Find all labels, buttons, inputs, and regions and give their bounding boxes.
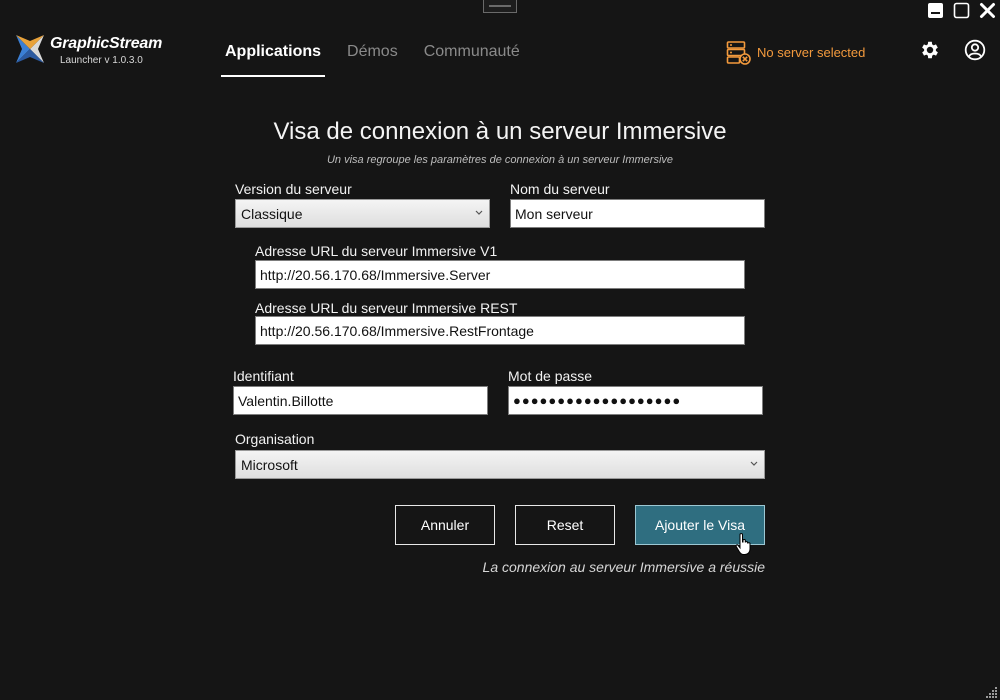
server-version-value: Classique bbox=[241, 205, 303, 222]
resize-grip-icon[interactable] bbox=[986, 686, 998, 698]
tab-demos[interactable]: Démos bbox=[343, 30, 402, 77]
organisation-select[interactable]: Microsoft bbox=[235, 450, 765, 479]
organisation-label: Organisation bbox=[235, 431, 315, 447]
chevron-down-icon bbox=[475, 210, 483, 215]
url-rest-label: Adresse URL du serveur Immersive REST bbox=[255, 300, 518, 316]
minimize-icon[interactable] bbox=[927, 2, 944, 19]
chevron-down-icon bbox=[750, 461, 758, 466]
hand-pointer-icon bbox=[735, 533, 751, 555]
url-rest-input[interactable] bbox=[255, 316, 745, 345]
reset-button[interactable]: Reset bbox=[515, 505, 615, 545]
cancel-button[interactable]: Annuler bbox=[395, 505, 495, 545]
username-label: Identifiant bbox=[233, 368, 294, 384]
server-version-label: Version du serveur bbox=[235, 181, 352, 197]
url-v1-input[interactable] bbox=[255, 260, 745, 289]
connection-success-message: La connexion au serveur Immersive a réus… bbox=[482, 559, 765, 575]
page-title: Visa de connexion à un serveur Immersive bbox=[273, 118, 727, 145]
graphicstream-logo-icon bbox=[16, 35, 44, 63]
server-name-input[interactable] bbox=[510, 199, 765, 228]
tab-applications[interactable]: Applications bbox=[221, 30, 326, 77]
server-status[interactable]: No server selected bbox=[726, 40, 865, 65]
server-error-icon bbox=[726, 41, 751, 65]
server-version-select[interactable]: Classique bbox=[235, 199, 490, 228]
page-subtitle: Un visa regroupe les paramètres de conne… bbox=[326, 154, 674, 166]
maximize-icon[interactable] bbox=[953, 2, 970, 19]
brand-name: GraphicStream bbox=[50, 35, 163, 52]
organisation-value: Microsoft bbox=[241, 456, 298, 473]
password-input[interactable] bbox=[508, 386, 763, 415]
brand-version: Launcher v 1.0.3.0 bbox=[60, 55, 143, 66]
server-status-text: No server selected bbox=[757, 45, 866, 60]
window-drag-handle[interactable] bbox=[483, 0, 517, 13]
server-name-label: Nom du serveur bbox=[510, 181, 610, 197]
close-icon[interactable] bbox=[979, 2, 996, 19]
username-input[interactable] bbox=[233, 386, 488, 415]
password-label: Mot de passe bbox=[508, 368, 593, 384]
brand: GraphicStream Launcher v 1.0.3.0 bbox=[14, 33, 162, 67]
url-v1-label: Adresse URL du serveur Immersive V1 bbox=[255, 243, 498, 259]
main-nav: Applications Démos Communauté bbox=[221, 30, 542, 77]
tab-communaute[interactable]: Communauté bbox=[420, 30, 524, 77]
user-account-icon[interactable] bbox=[964, 39, 986, 61]
gear-icon[interactable] bbox=[919, 39, 941, 61]
window-controls bbox=[927, 2, 996, 19]
